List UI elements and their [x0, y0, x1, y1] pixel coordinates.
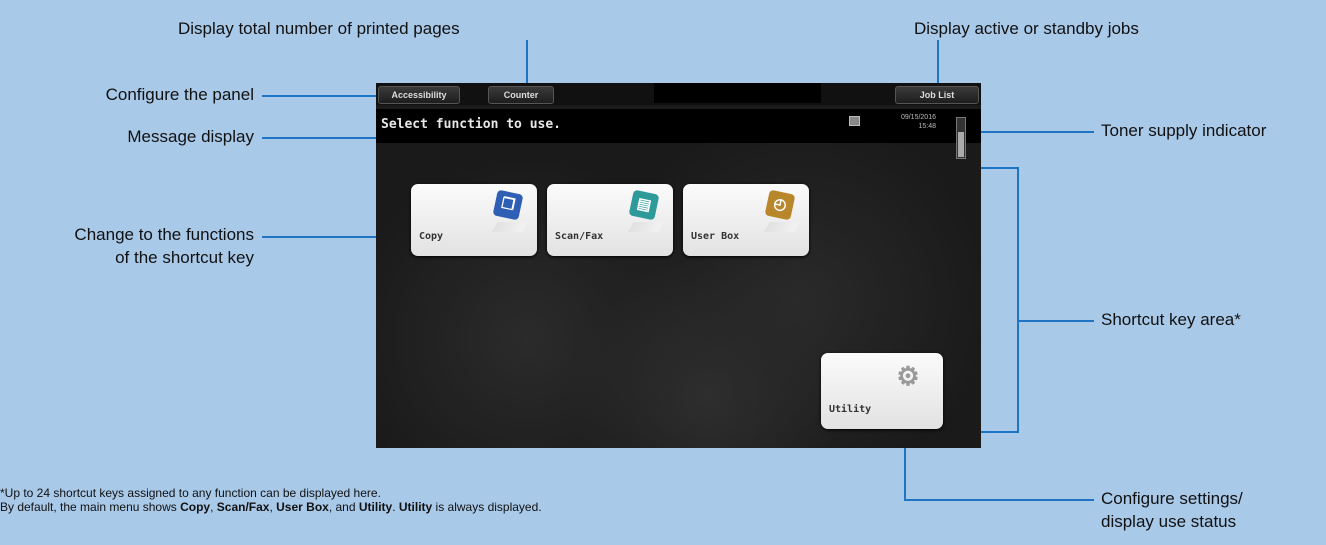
- callout-total-pages: Display total number of printed pages: [178, 19, 460, 38]
- user-box-icon: ◴: [764, 189, 796, 221]
- counter-button[interactable]: Counter: [488, 86, 554, 104]
- footnote-scanfax: Scan/Fax: [216, 500, 270, 514]
- leader-message-display: [262, 137, 376, 139]
- footnote-userbox: User Box: [276, 500, 329, 514]
- callout-jobs: Display active or standby jobs: [914, 19, 1139, 38]
- copy-icon: ❐: [492, 189, 524, 221]
- footnote-sep: , and: [328, 500, 359, 514]
- leader-toner: [972, 131, 1094, 133]
- user-box-shortcut-key[interactable]: ◴ User Box: [683, 184, 809, 256]
- date-text: 09/15/2016: [900, 114, 936, 121]
- copy-shortcut-key[interactable]: ❐ Copy: [411, 184, 537, 256]
- toner-level-fill: [958, 132, 964, 157]
- toner-indicator: [956, 117, 966, 159]
- scan-fax-label: Scan/Fax: [555, 231, 604, 242]
- gear-icon: ⚙: [896, 361, 920, 391]
- top-bar-blank-area: [654, 83, 821, 103]
- footnote-utility: Utility: [358, 500, 393, 514]
- utility-key[interactable]: ⚙ Utility: [821, 353, 943, 429]
- user-box-icon-reflection: [764, 222, 800, 232]
- accessibility-button[interactable]: Accessibility: [378, 86, 460, 104]
- callout-shortcut-change-line1: Change to the functions: [74, 225, 254, 244]
- footnote-text-b: is always displayed.: [432, 500, 542, 514]
- message-bar: Select function to use. 09/15/2016 15:48: [376, 109, 981, 143]
- leader-utility-horizontal: [904, 499, 1094, 501]
- touch-panel-screen: Accessibility Counter Job List Select fu…: [376, 83, 981, 448]
- footnote-line1: *Up to 24 shortcut keys assigned to any …: [0, 486, 381, 500]
- user-box-label: User Box: [691, 231, 740, 242]
- job-list-button[interactable]: Job List: [895, 86, 979, 104]
- callout-configure-panel: Configure the panel: [105, 85, 254, 104]
- scan-fax-icon-reflection: [628, 222, 664, 232]
- footnote-text-a: By default, the main menu shows: [0, 500, 181, 514]
- footnote: *Up to 24 shortcut keys assigned to any …: [0, 486, 542, 514]
- copy-icon-reflection: [492, 222, 528, 232]
- callout-shortcut-change-line2: of the shortcut key: [115, 248, 254, 267]
- scan-fax-shortcut-key[interactable]: ▤ Scan/Fax: [547, 184, 673, 256]
- leader-area-out: [1017, 320, 1094, 322]
- date-time: 09/15/2016 15:48: [894, 113, 936, 131]
- callout-shortcut-area: Shortcut key area*: [1101, 310, 1241, 329]
- status-icon: [849, 116, 860, 126]
- footnote-utility2: Utility: [398, 500, 433, 514]
- time-text: 15:48: [918, 123, 936, 130]
- callout-message-display: Message display: [127, 127, 254, 146]
- leader-area-bracket: [1017, 167, 1019, 433]
- callout-utility-line1: Configure settings/: [1101, 489, 1243, 508]
- message-text: Select function to use.: [381, 117, 562, 132]
- scan-fax-icon: ▤: [628, 189, 660, 221]
- footnote-sep: .: [392, 500, 399, 514]
- top-bar: Accessibility Counter Job List: [376, 83, 981, 105]
- footnote-line2: By default, the main menu shows Copy, Sc…: [0, 500, 542, 514]
- footnote-sep: ,: [210, 500, 217, 514]
- copy-label: Copy: [419, 231, 444, 242]
- callout-utility-line2: display use status: [1101, 512, 1237, 531]
- footnote-copy: Copy: [180, 500, 211, 514]
- callout-toner: Toner supply indicator: [1101, 121, 1267, 140]
- utility-label: Utility: [829, 404, 872, 415]
